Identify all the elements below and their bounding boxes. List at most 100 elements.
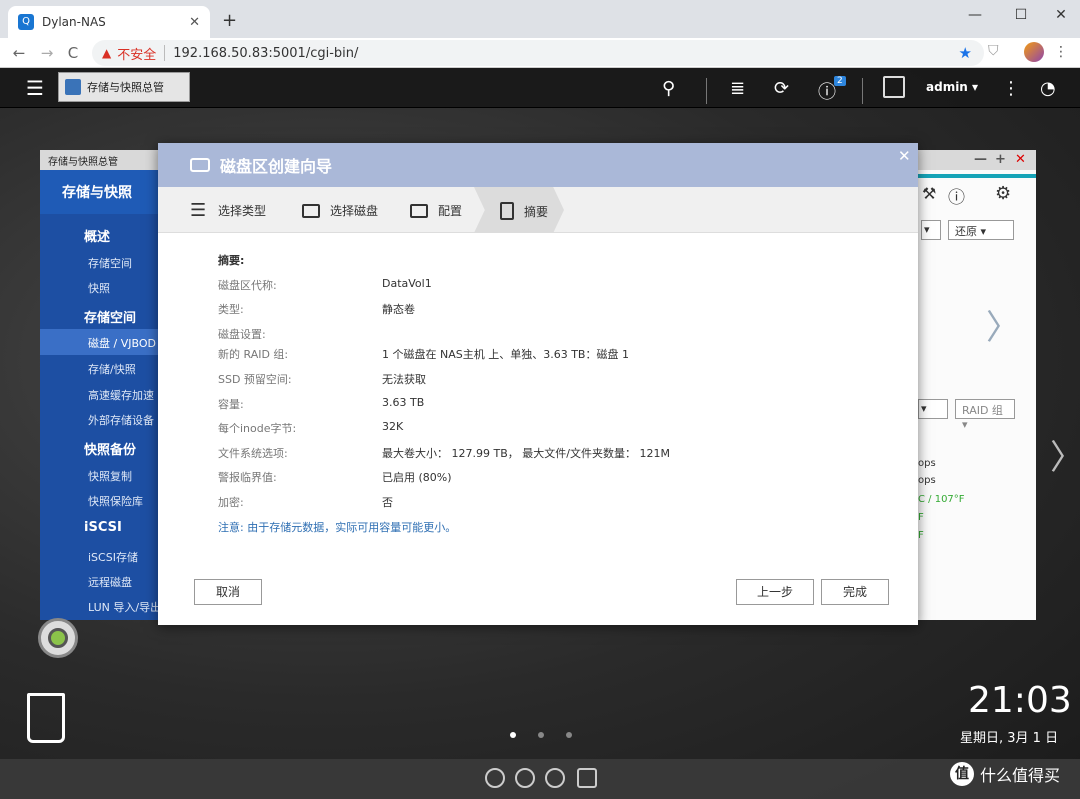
sidebar-item-iscsi-storage[interactable]: iSCSI存储 <box>88 549 138 565</box>
insecure-label: 不安全 <box>117 47 157 63</box>
stat-text: ops <box>918 458 936 469</box>
sidebar-item-lun[interactable]: LUN 导入/导出 <box>88 599 161 615</box>
browser-tab[interactable]: Q Dylan-NAS ✕ <box>8 6 210 38</box>
cancel-button[interactable]: 取消 <box>194 579 262 605</box>
raid-group-dropdown[interactable]: RAID 组 ▾ <box>955 399 1015 431</box>
external-devices-icon[interactable]: ⟳ <box>774 78 789 99</box>
disk-icon <box>190 158 210 172</box>
sidebar-item-storage-space[interactable]: 存储空间 <box>88 255 132 271</box>
background-tasks-icon[interactable]: ≣ <box>730 78 745 99</box>
new-tab-button[interactable]: + <box>222 10 237 31</box>
summary-value: 已启用 (80%) <box>382 471 452 484</box>
taskbar-app-storage[interactable]: 存储与快照总管 <box>58 72 190 102</box>
stat-text-3: F <box>918 512 924 523</box>
watermark-text: 什么值得买 <box>980 766 1061 785</box>
sidebar-item-replication[interactable]: 快照复制 <box>88 468 132 484</box>
robot-assistant-icon[interactable] <box>22 588 92 668</box>
capacity-note: 注意: 由于存储元数据，实际可用容量可能更小。 <box>218 521 457 534</box>
step-label: 选择类型 <box>218 204 267 218</box>
next-page-chevron-icon[interactable]: 〉 <box>1050 430 1080 479</box>
warning-icon: ▲ <box>102 46 112 60</box>
notification-badge: 2 <box>834 76 846 86</box>
tab-title: Dylan-NAS <box>42 15 106 29</box>
sidebar-item-remote-disk[interactable]: 远程磁盘 <box>88 574 132 590</box>
step-select-type: ☰ 选择类型 <box>190 201 267 219</box>
step-label: 配置 <box>438 204 463 218</box>
help-icon[interactable]: ⓘ <box>948 183 965 208</box>
sidebar-item-external[interactable]: 外部存储设备 <box>88 412 154 428</box>
filter-dropdown[interactable]: ▾ <box>918 399 948 419</box>
bottom-dock <box>0 759 1080 799</box>
divider <box>706 78 707 104</box>
more-options-icon[interactable]: ⋮ <box>1002 78 1020 99</box>
browser-profile-avatar[interactable] <box>1024 42 1044 62</box>
sidebar-section-iscsi[interactable]: iSCSI <box>84 520 122 535</box>
previous-button[interactable]: 上一步 <box>736 579 814 605</box>
window-maximize-button[interactable]: ☐ <box>1006 4 1036 26</box>
nas-favicon-icon: Q <box>18 14 34 30</box>
user-icon[interactable] <box>883 76 905 98</box>
summary-value: 无法获取 <box>382 373 426 386</box>
browser-menu-icon[interactable]: ⋮ <box>1054 44 1068 60</box>
clock-date: 星期日, 3月 1 日 <box>960 731 1059 746</box>
sidebar-item-cache[interactable]: 高速缓存加速 <box>88 387 154 403</box>
user-menu[interactable]: admin ▾ <box>926 80 978 94</box>
notes-icon[interactable] <box>577 768 597 788</box>
trash-icon[interactable] <box>27 693 65 743</box>
divider <box>164 45 166 61</box>
watermark: 值 什么值得买 <box>950 762 1060 786</box>
forward-button[interactable]: → <box>36 42 58 64</box>
bookmark-star-icon[interactable]: ★ <box>959 44 972 62</box>
apps-icon[interactable] <box>545 768 565 788</box>
sidebar-item-vault[interactable]: 快照保险库 <box>88 493 143 509</box>
tools-icon[interactable]: ⚒ <box>922 184 936 203</box>
restore-button[interactable]: 还原 ▾ <box>948 220 1014 240</box>
tab-close-icon[interactable]: ✕ <box>189 15 200 30</box>
sidebar-item-disks[interactable]: 磁盘 / VJBOD <box>88 335 156 351</box>
summary-label: 磁盘区代称: <box>218 279 277 292</box>
sidebar-section-overview[interactable]: 概述 <box>84 226 110 245</box>
extension-shield-icon[interactable]: ⛉ <box>988 43 999 59</box>
storage-app-icon <box>65 79 81 95</box>
cloud-icon[interactable] <box>485 768 505 788</box>
dialog-close-icon[interactable]: ✕ <box>898 147 911 165</box>
window-close-icon[interactable]: ✕ <box>1015 152 1026 167</box>
window-minimize-icon[interactable]: — <box>974 152 987 167</box>
window-maximize-icon[interactable]: + <box>995 152 1006 167</box>
step-summary: 摘要 <box>500 202 548 220</box>
finish-button[interactable]: 完成 <box>821 579 889 605</box>
compass-icon[interactable] <box>515 768 535 788</box>
page-dot[interactable] <box>538 732 544 738</box>
window-minimize-button[interactable]: — <box>960 4 990 26</box>
sidebar-section-backup[interactable]: 快照备份 <box>84 439 136 458</box>
clipboard-icon <box>500 202 514 220</box>
reload-button[interactable]: C <box>62 42 84 64</box>
stat-text-2: ops <box>918 475 936 486</box>
page-dot[interactable] <box>566 732 572 738</box>
step-configure: 配置 <box>410 202 462 219</box>
summary-label: SSD 预留空间: <box>218 373 292 386</box>
restore-label: 还原 <box>955 225 977 238</box>
search-icon[interactable]: ⚲ <box>662 78 675 99</box>
sidebar-header-label: 存储与快照 <box>62 185 132 201</box>
dashboard-meter-icon[interactable]: ◔ <box>1040 78 1056 99</box>
step-label: 摘要 <box>524 204 549 219</box>
watermark-logo: 值 <box>950 762 974 786</box>
back-button[interactable]: ← <box>8 42 30 64</box>
address-bar[interactable]: ▲ 不安全 192.168.50.83:5001/cgi-bin/ ★ <box>92 40 984 66</box>
sidebar-item-snapshot[interactable]: 快照 <box>88 280 110 296</box>
step-label: 选择磁盘 <box>330 204 379 218</box>
sidebar-item-storage-snapshot[interactable]: 存储/快照 <box>88 361 136 377</box>
summary-value: 静态卷 <box>382 303 415 316</box>
config-icon <box>410 203 428 218</box>
dropdown-button[interactable]: ▾ <box>921 220 941 240</box>
summary-value: DataVol1 <box>382 277 432 290</box>
summary-value: 3.63 TB <box>382 396 425 409</box>
page-dot-active[interactable] <box>510 732 516 738</box>
sidebar-section-storage[interactable]: 存储空间 <box>84 307 136 326</box>
window-close-button[interactable]: ✕ <box>1046 4 1076 26</box>
main-menu-icon[interactable]: ☰ <box>26 76 44 100</box>
drive-icon <box>302 203 320 218</box>
settings-gear-icon[interactable]: ⚙ <box>995 183 1011 204</box>
chevron-right-icon[interactable]: 〉 <box>986 300 1020 349</box>
